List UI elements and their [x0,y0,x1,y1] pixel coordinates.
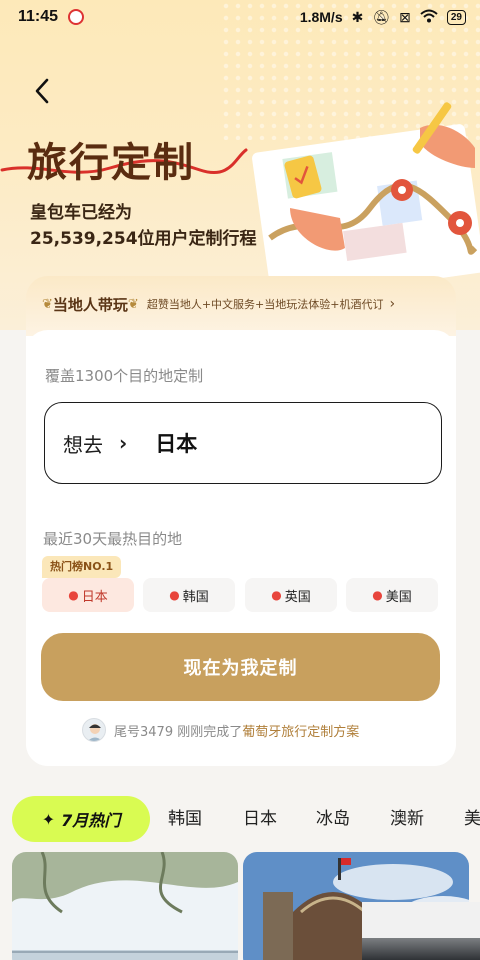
activity-highlight: 葡萄牙旅行定制方案 [242,724,360,740]
tab-label: 7月热门 [61,811,121,830]
destination-photo-card[interactable] [12,852,238,960]
flame-icon: ● [169,588,180,602]
category-tabs: ✦ 7月热门 韩国 日本 冰岛 澳新 美 [0,796,480,842]
tab-anz[interactable]: 澳新 [390,796,424,842]
recent-activity: 尾号3479 刚刚完成了 葡萄牙旅行定制方案 [82,717,359,743]
local-guide-banner[interactable]: ❦ 当地人带玩 ❦ 超赞当地人+中文服务+当地玩法体验+机酒代订 › [42,290,442,318]
chip-label: 美国 [385,589,412,605]
chip-label: 英国 [284,589,311,605]
wifi-icon [420,9,438,26]
destination-chip-korea[interactable]: ● 韩国 [143,578,235,612]
local-guide-title: 当地人带玩 [52,295,128,314]
floating-widget-preview [362,938,480,960]
map-illustration [252,102,480,288]
chip-label: 日本 [81,589,108,605]
destination-chip-japan[interactable]: ● 日本 [42,578,134,612]
flame-icon: ● [372,588,383,602]
laurel-right-icon: ❦ [127,296,139,312]
mute-icon: 🔕︎ [372,8,391,25]
app-notification-icon [68,9,85,25]
destination-chip-uk[interactable]: ● 英国 [245,578,337,612]
sparkle-icon: ✦ [41,809,56,829]
customize-now-button[interactable]: 现在为我定制 [41,633,440,701]
destination-selector[interactable]: 想去 › 日本 [44,402,442,484]
activity-text: 尾号3479 刚刚完成了 [114,724,243,740]
status-right: 1.8M/s ✱ 🔕︎ ⊠ 29 [300,0,466,34]
battery-icon: 29 [446,9,466,25]
chevron-right-icon: › [119,431,128,455]
page-subtitle: 皇包车已经为 25,539,254位用户定制行程 [30,200,257,252]
flame-icon: ● [271,588,282,602]
network-speed: 1.8M/s [299,9,343,25]
tab-usa[interactable]: 美 [464,796,480,842]
destination-chip-usa[interactable]: ● 美国 [346,578,438,612]
hot-rank-badge: 热门榜NO.1 [42,556,122,578]
chip-label: 韩国 [182,589,209,605]
tab-korea[interactable]: 韩国 [168,796,202,842]
status-time: 11:45 [18,8,59,25]
bluetooth-icon: ✱ [351,8,364,25]
sim-off-icon: ⊠ [399,8,411,25]
destination-value: 日本 [155,432,198,456]
page-title: 旅行定制 [27,139,195,186]
local-guide-description: 超赞当地人+中文服务+当地玩法体验+机酒代订 [146,298,384,311]
tab-japan[interactable]: 日本 [243,796,277,842]
tab-iceland[interactable]: 冰岛 [316,796,350,842]
avatar [82,718,106,742]
hot-destinations-label: 最近30天最热目的地 [43,530,183,548]
laurel-left-icon: ❦ [42,296,53,312]
chevron-right-icon: › [389,296,396,312]
coverage-label: 覆盖1300个目的地定制 [45,367,204,385]
floating-widget [362,902,480,960]
subtitle-line-1: 皇包车已经为 [30,203,132,223]
back-button[interactable] [28,76,58,106]
subtitle-line-2: 25,539,254位用户定制行程 [30,229,257,249]
chevron-left-icon [35,78,49,104]
tab-july-hot[interactable]: ✦ 7月热门 [12,796,150,842]
flame-icon: ● [68,588,79,602]
destination-prefix: 想去 [63,432,103,457]
status-bar: 11:45 1.8M/s ✱ 🔕︎ ⊠ 29 [0,0,480,34]
